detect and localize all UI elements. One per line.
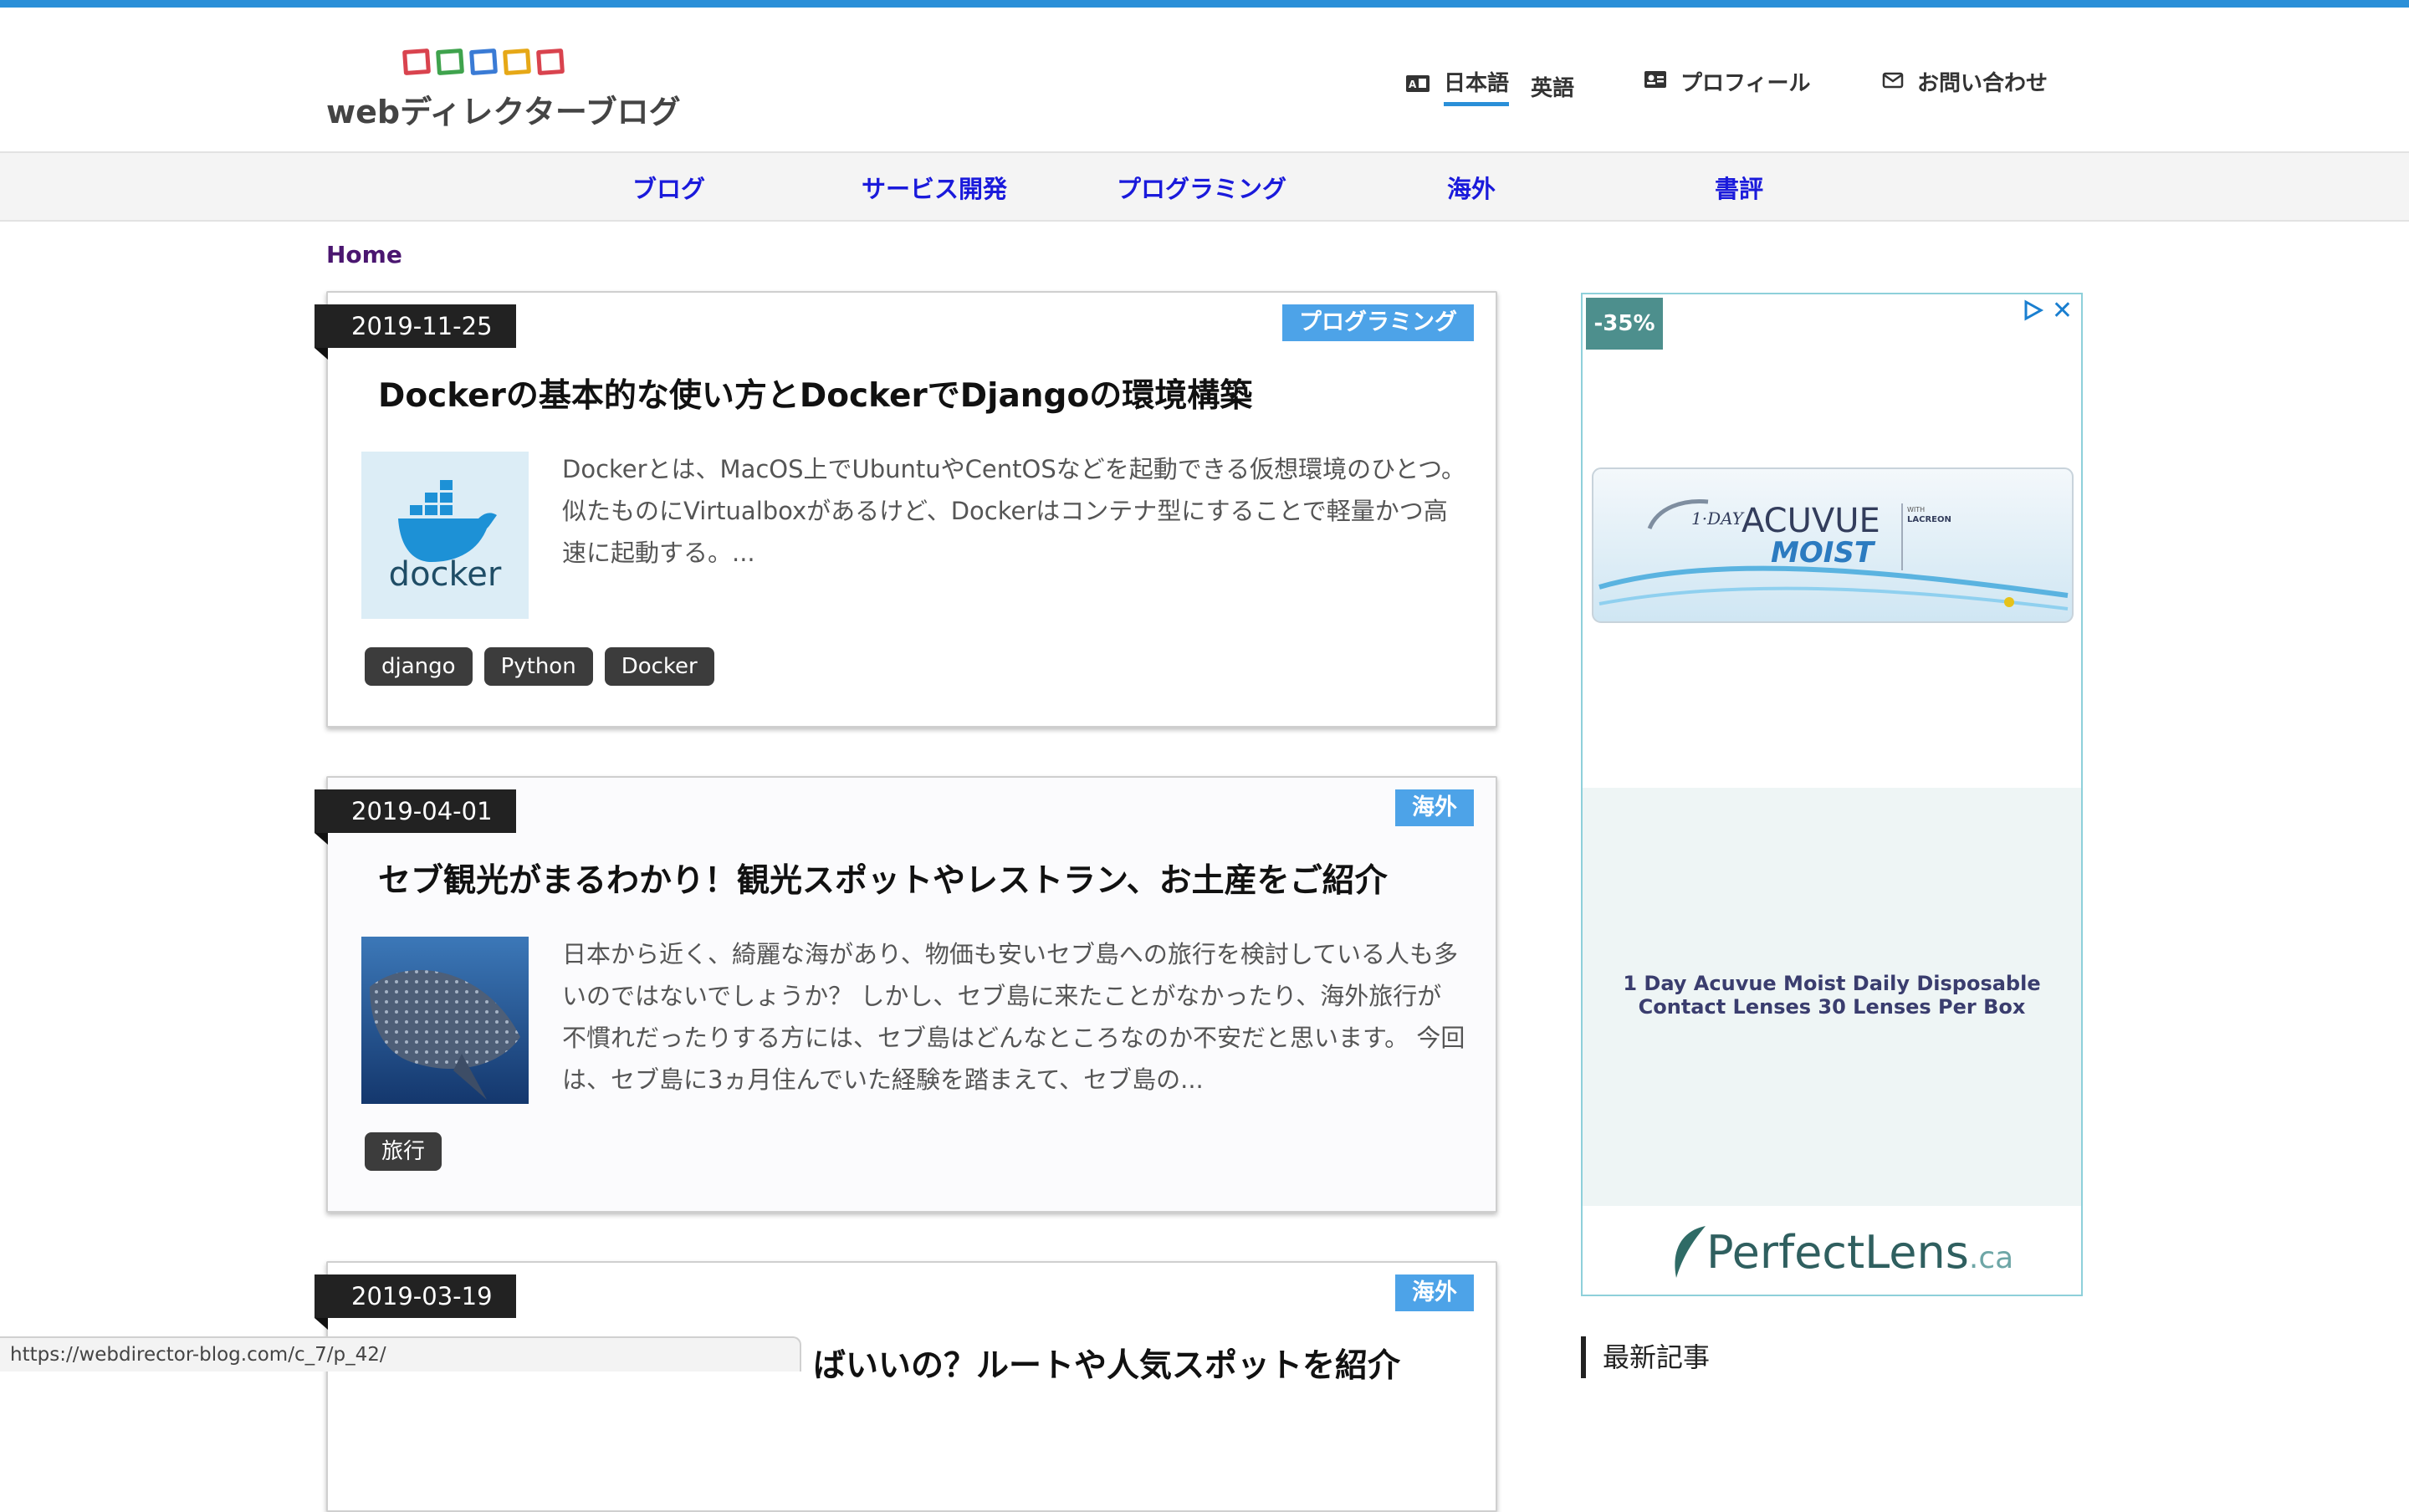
tag-docker[interactable]: Docker xyxy=(604,647,714,686)
logo-square xyxy=(435,48,465,76)
post-category-badge[interactable]: プログラミング xyxy=(1282,304,1474,341)
ad-product-line: MOIST xyxy=(1771,536,1876,570)
docker-wordmark: docker xyxy=(389,555,502,594)
ad-close-icon[interactable]: ✕ xyxy=(2052,296,2073,325)
browser-status-url: https://webdirector-blog.com/c_7/p_42/ xyxy=(0,1336,801,1372)
envelope-icon xyxy=(1882,69,1904,94)
site-header: webディレクターブログ A 日本語 英語 プロフィール お問い合わせ xyxy=(0,8,2409,153)
docker-whale-icon: docker xyxy=(361,452,529,619)
post-category-badge[interactable]: 海外 xyxy=(1395,1274,1474,1311)
ad-discount-badge: -35% xyxy=(1586,298,1663,350)
tag-django[interactable]: django xyxy=(365,647,473,686)
post-card[interactable]: 2019-04-01 海外 セブ観光がまるわかり！観光スポットやレストラン、お土… xyxy=(315,776,1497,1213)
ad-brand-name: PerfectLens.ca xyxy=(1706,1226,2013,1279)
post-tags: django Python Docker xyxy=(365,647,714,686)
ad-brand-bar[interactable]: PerfectLens.ca xyxy=(1583,1206,2081,1295)
category-service-dev[interactable]: サービス開発 xyxy=(862,170,1007,205)
ad-choices-icon[interactable] xyxy=(2023,299,2044,324)
category-blog[interactable]: ブログ xyxy=(632,170,705,205)
post-date: 2019-11-25 xyxy=(315,304,516,360)
ad-product-image: 1·DAY ACUVUE MOIST WITH LACREON xyxy=(1591,462,2074,629)
logo-squares xyxy=(402,48,565,76)
post-date: 2019-03-19 xyxy=(315,1274,516,1330)
post-tags: 旅行 xyxy=(365,1132,442,1171)
post-thumbnail[interactable]: docker xyxy=(361,452,529,619)
ad-product-prefix: 1·DAY xyxy=(1691,508,1745,529)
post-title[interactable]: セブ観光がまるわかり！観光スポットやレストラン、お土産をご紹介 xyxy=(378,855,1388,902)
ad-caption[interactable]: 1 Day Acuvue Moist Daily Disposable Cont… xyxy=(1599,972,2064,1019)
sidebar-ad[interactable]: -35% ✕ 1·DAY ACUVUE MOIST WITH LACREON 1… xyxy=(1581,293,2083,1296)
logo-square xyxy=(402,48,432,76)
post-title[interactable]: ばいいの？ルートや人気スポットを紹介 xyxy=(813,1340,1400,1387)
breadcrumb[interactable]: Home xyxy=(326,241,402,268)
ad-product-lacreon: LACREON xyxy=(1907,515,1951,524)
site-logo[interactable]: webディレクターブログ xyxy=(326,39,681,131)
category-book-review[interactable]: 書評 xyxy=(1715,170,1763,205)
post-card[interactable]: 2019-11-25 プログラミング Dockerの基本的な使い方とDocker… xyxy=(315,291,1497,728)
ad-brand-main: PerfectLens xyxy=(1706,1226,1969,1279)
whale-shark-photo xyxy=(361,937,529,1104)
category-nav: ブログ サービス開発 プログラミング 海外 書評 xyxy=(0,153,2409,222)
post-date: 2019-04-01 xyxy=(315,789,516,845)
profile-link[interactable]: プロフィール xyxy=(1644,66,1810,97)
contact-link[interactable]: お問い合わせ xyxy=(1882,66,2048,97)
logo-text: webディレクターブログ xyxy=(326,94,681,130)
perfectlens-leaf-icon xyxy=(1675,1226,1706,1278)
post-excerpt: Dockerとは、MacOS上でUbuntuやCentOSなどを起動できる仮想環… xyxy=(562,455,1465,567)
ad-brand-suffix: .ca xyxy=(1968,1241,2014,1275)
tag-travel[interactable]: 旅行 xyxy=(365,1132,442,1171)
language-switcher: A 日本語 英語 xyxy=(1405,66,1574,106)
post-thumbnail[interactable] xyxy=(361,937,529,1104)
post-title[interactable]: Dockerの基本的な使い方とDockerでDjangoの環境構築 xyxy=(378,370,1252,416)
top-accent-bar xyxy=(0,0,2409,8)
lang-en-link[interactable]: 英語 xyxy=(1531,71,1574,102)
category-programming[interactable]: プログラミング xyxy=(1117,170,1286,205)
post-category-badge[interactable]: 海外 xyxy=(1395,789,1474,826)
contact-label: お問い合わせ xyxy=(1917,71,2048,96)
ad-product-brand: ACUVUE xyxy=(1742,502,1880,540)
recent-posts-heading: 最新記事 xyxy=(1581,1336,1710,1378)
logo-square xyxy=(468,48,499,76)
logo-square xyxy=(535,48,565,76)
tag-python[interactable]: Python xyxy=(483,647,593,686)
ad-product-with: WITH xyxy=(1907,506,1925,513)
post-excerpt: 日本から近く、綺麗な海があり、物価も安いセブ島への旅行を検討している人も多いので… xyxy=(562,940,1465,1094)
logo-square xyxy=(502,48,532,76)
profile-label: プロフィール xyxy=(1680,71,1811,96)
lang-ja-link[interactable]: 日本語 xyxy=(1444,66,1510,106)
id-card-icon xyxy=(1644,69,1667,94)
category-overseas[interactable]: 海外 xyxy=(1447,170,1496,205)
svg-text:A: A xyxy=(1409,79,1417,90)
post-card[interactable]: 2019-03-19 海外 ばいいの？ルートや人気スポットを紹介 xyxy=(315,1261,1497,1512)
language-icon: A xyxy=(1405,74,1430,99)
